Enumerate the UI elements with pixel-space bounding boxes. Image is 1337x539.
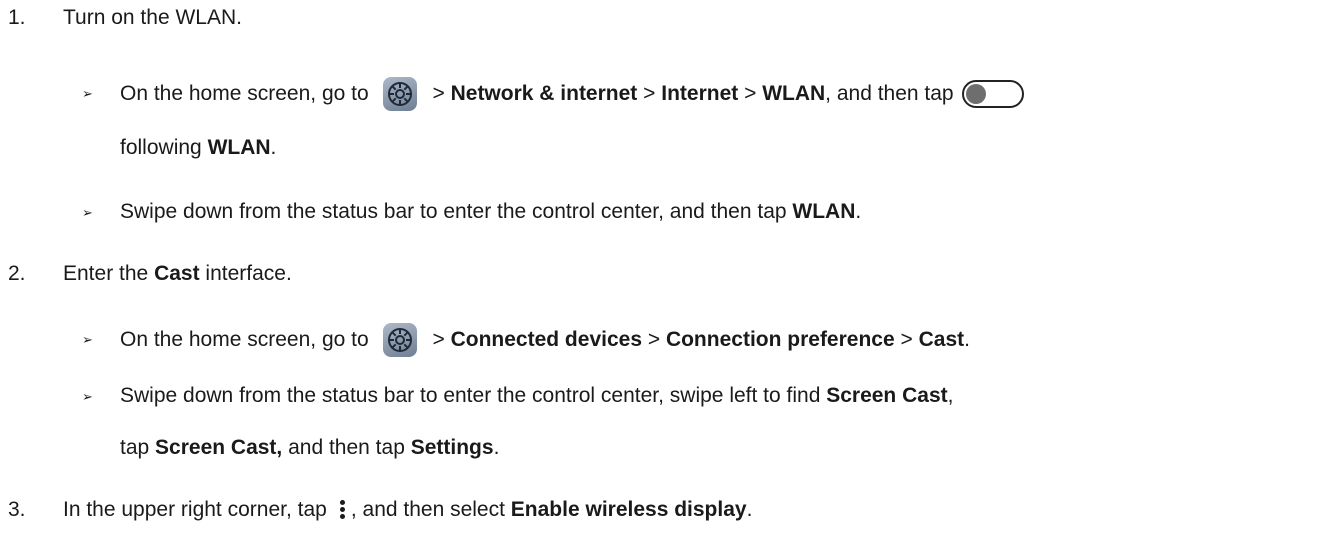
settings-gear-icon [382,323,417,358]
step-number: 1. [8,6,26,29]
arrow-bullet-icon: ➢ [82,205,93,220]
arrow-bullet-icon: ➢ [82,389,93,404]
substep-text: On the home screen, go to > Network & in… [120,76,1024,112]
toggle-switch-off-icon [961,80,1024,109]
step-text: In the upper right corner, tap, and then… [63,498,753,521]
arrow-bullet-icon: ➢ [82,332,93,347]
more-vertical-icon [337,499,347,521]
settings-gear-icon [382,77,417,112]
step-text: Turn on the WLAN. [63,6,242,29]
step-number: 2. [8,262,26,285]
arrow-bullet-icon: ➢ [82,86,93,101]
step-number: 3. [8,498,26,521]
step-text: Enter the Cast interface. [63,262,292,285]
